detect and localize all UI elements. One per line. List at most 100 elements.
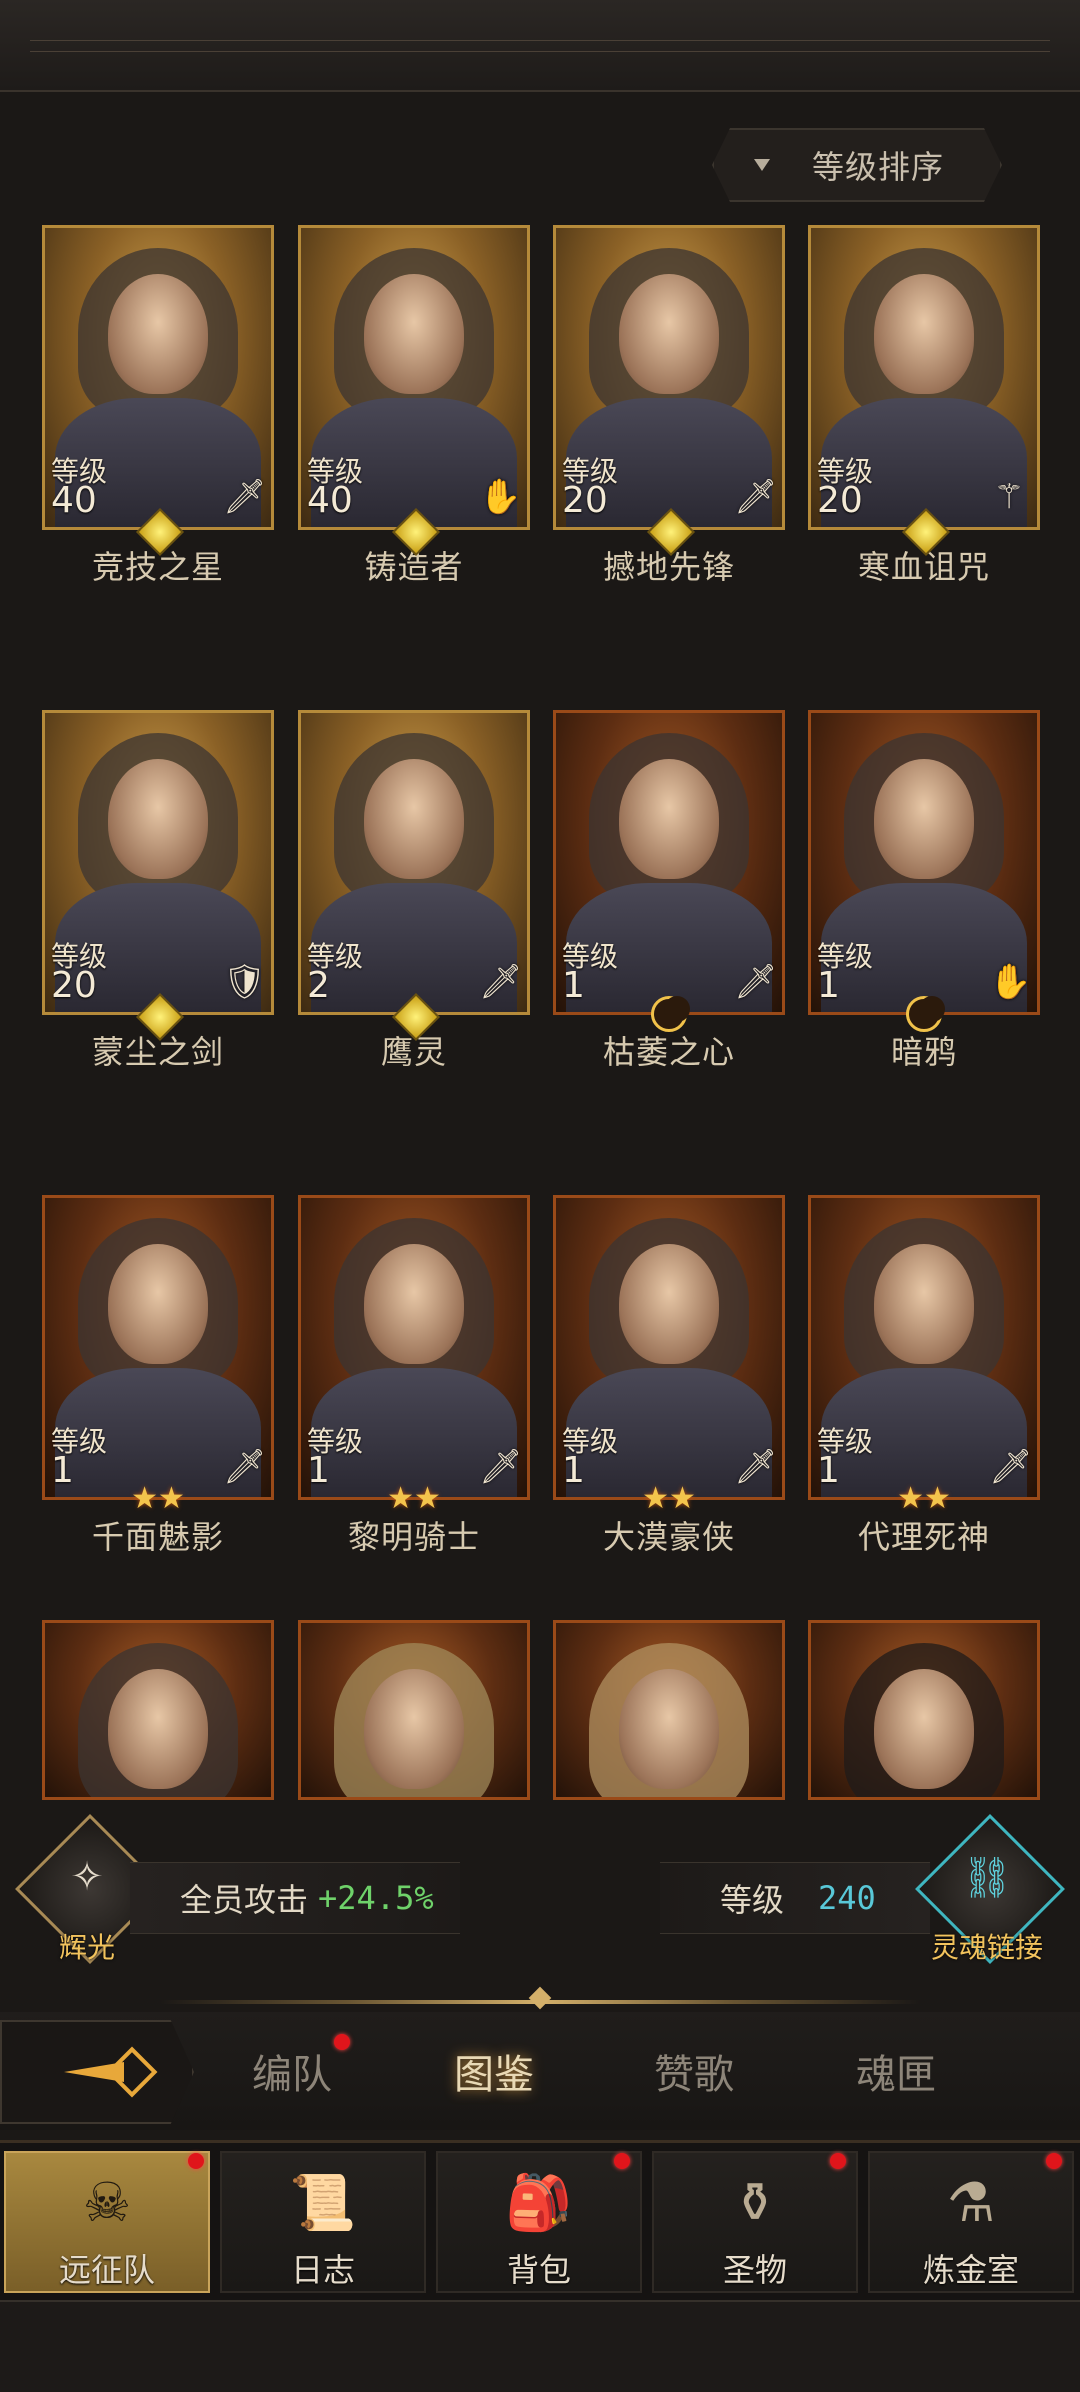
- hero-face: [108, 274, 208, 394]
- nav-expedition[interactable]: ☠ 远征队: [4, 2151, 210, 2293]
- star-rank-icon: ★★: [131, 1481, 185, 1516]
- sword-icon: 🗡: [734, 1447, 778, 1487]
- hero-card[interactable]: 等级 40 🗡 竞技之星: [42, 225, 274, 588]
- sword-icon: 🗡: [734, 477, 778, 517]
- level-value: 20: [562, 480, 608, 521]
- hero-portrait-partial[interactable]: [553, 1620, 785, 1800]
- total-level-value: 240: [818, 1879, 876, 1917]
- alchemy-icon: ⚗: [946, 2171, 996, 2234]
- staff-icon: ⚚: [993, 477, 1025, 517]
- team-attack-value: +24.5%: [318, 1879, 434, 1917]
- sword-icon: 🗡: [479, 962, 523, 1002]
- hero-face: [108, 759, 208, 879]
- moon-rank-icon: [906, 996, 945, 1032]
- hero-card[interactable]: 等级 20 ⚚ 寒血诅咒: [808, 225, 1040, 588]
- sword-icon: 🗡: [989, 1447, 1033, 1487]
- hero-face: [108, 1244, 208, 1364]
- nav-relics[interactable]: ⚱ 圣物: [652, 2151, 858, 2293]
- hero-card[interactable]: 等级 20 🛡 蒙尘之剑: [42, 710, 274, 1073]
- hero-face: [619, 759, 719, 879]
- tab-anthem[interactable]: 赞歌: [654, 2042, 734, 2100]
- hero-portrait-partial[interactable]: [298, 1620, 530, 1800]
- level-value: 1: [51, 1450, 74, 1491]
- team-attack-label: 全员攻击: [180, 1881, 309, 1919]
- nav-alchemy[interactable]: ⚗ 炼金室: [868, 2151, 1074, 2293]
- hero-row-partial: [0, 1540, 1080, 1820]
- nav-backpack[interactable]: 🎒 背包: [436, 2151, 642, 2293]
- hero-portrait: 等级 20 🗡: [553, 225, 785, 530]
- nav-journal[interactable]: 📜 日志: [220, 2151, 426, 2293]
- hand-icon: ✋: [989, 962, 1032, 1002]
- hand-icon: ✋: [479, 477, 522, 517]
- hero-portrait: 等级 20 ⚚: [808, 225, 1040, 530]
- level-value: 1: [562, 1450, 585, 1491]
- relic-icon: ⚱: [732, 2171, 778, 2234]
- sword-icon: 🗡: [479, 1447, 523, 1487]
- notification-dot: [830, 2153, 846, 2169]
- top-bar: [0, 0, 1080, 92]
- notification-dot: [614, 2153, 630, 2169]
- hero-portrait: 等级 1 🗡: [42, 1195, 274, 1500]
- team-attack-stat: 全员攻击 +24.5%: [130, 1862, 460, 1934]
- hero-portrait-partial[interactable]: [808, 1620, 1040, 1800]
- hero-portrait: 等级 2 🗡: [298, 710, 530, 1015]
- star-rank-icon: ★★: [897, 1481, 951, 1516]
- helmet-icon: ☠: [82, 2171, 132, 2234]
- sword-icon: 🗡: [223, 1447, 267, 1487]
- hero-card[interactable]: 等级 1 🗡 ★★ 大漠豪侠: [553, 1195, 785, 1558]
- hero-face: [874, 1244, 974, 1364]
- bag-icon: 🎒: [505, 2171, 573, 2234]
- hero-face: [619, 1244, 719, 1364]
- tab-formation[interactable]: 编队: [252, 2042, 332, 2100]
- hero-portrait: 等级 1 🗡: [553, 710, 785, 1015]
- hero-card[interactable]: 等级 1 ✋ 暗鸦: [808, 710, 1040, 1073]
- hero-card[interactable]: 等级 20 🗡 撼地先锋: [553, 225, 785, 588]
- scroll-icon: 📜: [289, 2171, 357, 2234]
- top-ornament: [30, 40, 1050, 52]
- hero-face: [364, 1244, 464, 1364]
- sword-icon: 🗡: [223, 477, 267, 517]
- bottom-frame: [0, 2300, 1080, 2392]
- hero-face: [874, 759, 974, 879]
- soul-link-label: 灵魂链接: [930, 1931, 1043, 1964]
- hero-portrait-partial[interactable]: [42, 1620, 274, 1800]
- level-value: 1: [562, 965, 585, 1006]
- notification-dot: [1046, 2153, 1062, 2169]
- hero-card[interactable]: 等级 1 🗡 枯萎之心: [553, 710, 785, 1073]
- hero-card[interactable]: 等级 2 🗡 鹰灵: [298, 710, 530, 1073]
- hero-card[interactable]: 等级 1 🗡 ★★ 千面魅影: [42, 1195, 274, 1558]
- sort-button[interactable]: 等级排序: [712, 128, 1002, 202]
- hero-name: 枯萎之心: [602, 1033, 735, 1071]
- hero-portrait: 等级 20 🛡: [42, 710, 274, 1015]
- star-rank-icon: ★★: [387, 1481, 441, 1516]
- hero-card[interactable]: 等级 1 🗡 ★★ 黎明骑士: [298, 1195, 530, 1558]
- level-value: 1: [817, 965, 840, 1006]
- level-value: 40: [51, 480, 97, 521]
- hero-face: [619, 274, 719, 394]
- shield-icon: 🛡: [223, 962, 267, 1002]
- level-value: 40: [307, 480, 353, 521]
- bottom-nav: ☠ 远征队 📜 日志 🎒 背包 ⚱ 圣物 ⚗ 炼金室: [0, 2140, 1080, 2303]
- hero-card[interactable]: 等级 40 ✋ 铸造者: [298, 225, 530, 588]
- sort-label: 等级排序: [812, 148, 945, 186]
- hero-card[interactable]: 等级 1 🗡 ★★ 代理死神: [808, 1195, 1040, 1558]
- level-value: 20: [817, 480, 863, 521]
- level-value: 2: [307, 965, 330, 1006]
- total-level-label: 等级: [720, 1881, 785, 1919]
- back-button[interactable]: [0, 2020, 194, 2124]
- level-value: 20: [51, 965, 97, 1006]
- tab-codex[interactable]: 图鉴: [454, 2042, 534, 2100]
- level-value: 1: [817, 1450, 840, 1491]
- hero-name: 暗鸦: [890, 1033, 957, 1071]
- hero-face: [364, 274, 464, 394]
- moon-rank-icon: [651, 996, 690, 1032]
- hero-portrait: 等级 1 ✋: [808, 710, 1040, 1015]
- soul-link-emblem[interactable]: ⛓ 灵魂链接: [915, 1814, 1065, 1964]
- hero-portrait: 等级 40 ✋: [298, 225, 530, 530]
- hero-portrait: 等级 1 🗡: [553, 1195, 785, 1500]
- dropdown-triangle-icon: [754, 159, 770, 171]
- tab-soul-box[interactable]: 魂匣: [856, 2042, 936, 2100]
- link-icon: ⛓: [961, 1855, 1013, 1901]
- divider: [160, 1986, 920, 2010]
- level-value: 1: [307, 1450, 330, 1491]
